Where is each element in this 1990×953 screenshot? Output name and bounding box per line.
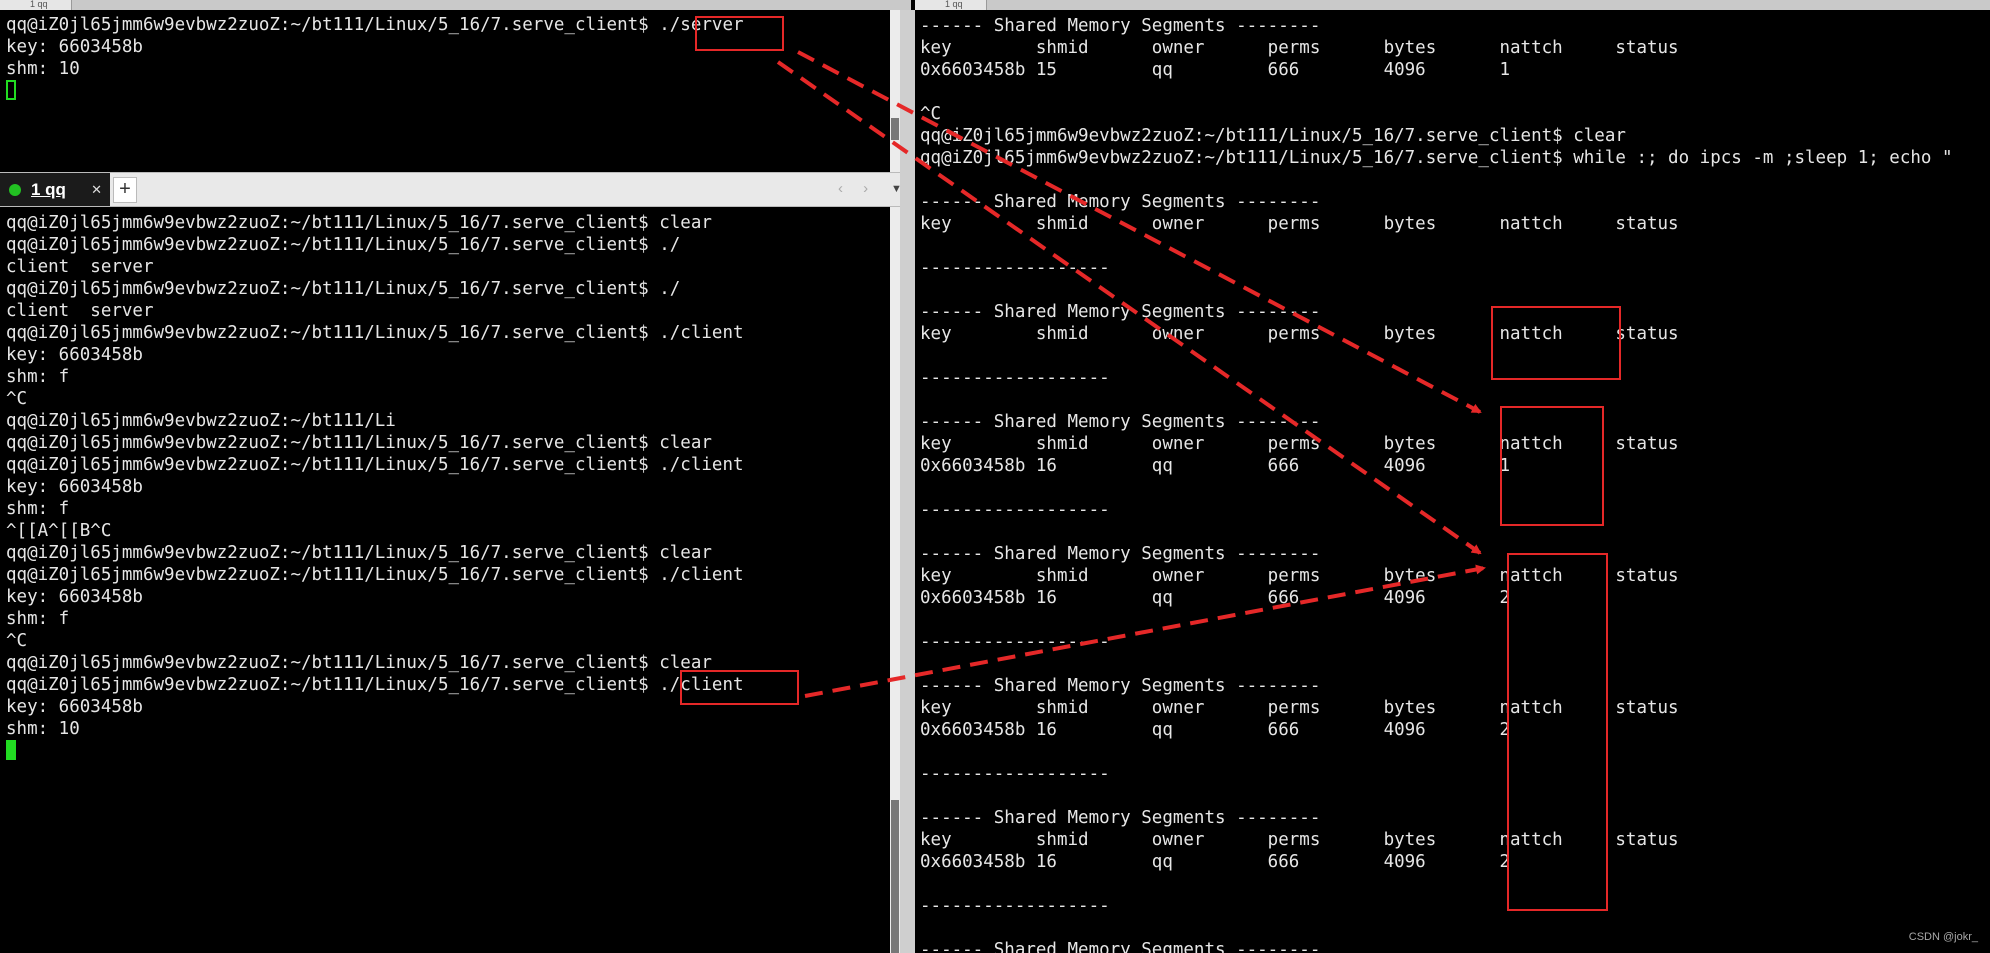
arrow-server-to-nattch-2 — [776, 60, 1482, 555]
annotation-arrows — [776, 50, 1486, 698]
arrow-server-to-nattch-1 — [797, 50, 1482, 414]
arrow-client-to-nattch-2 — [804, 564, 1486, 698]
watermark: CSDN @jokr_ — [1908, 931, 1978, 943]
